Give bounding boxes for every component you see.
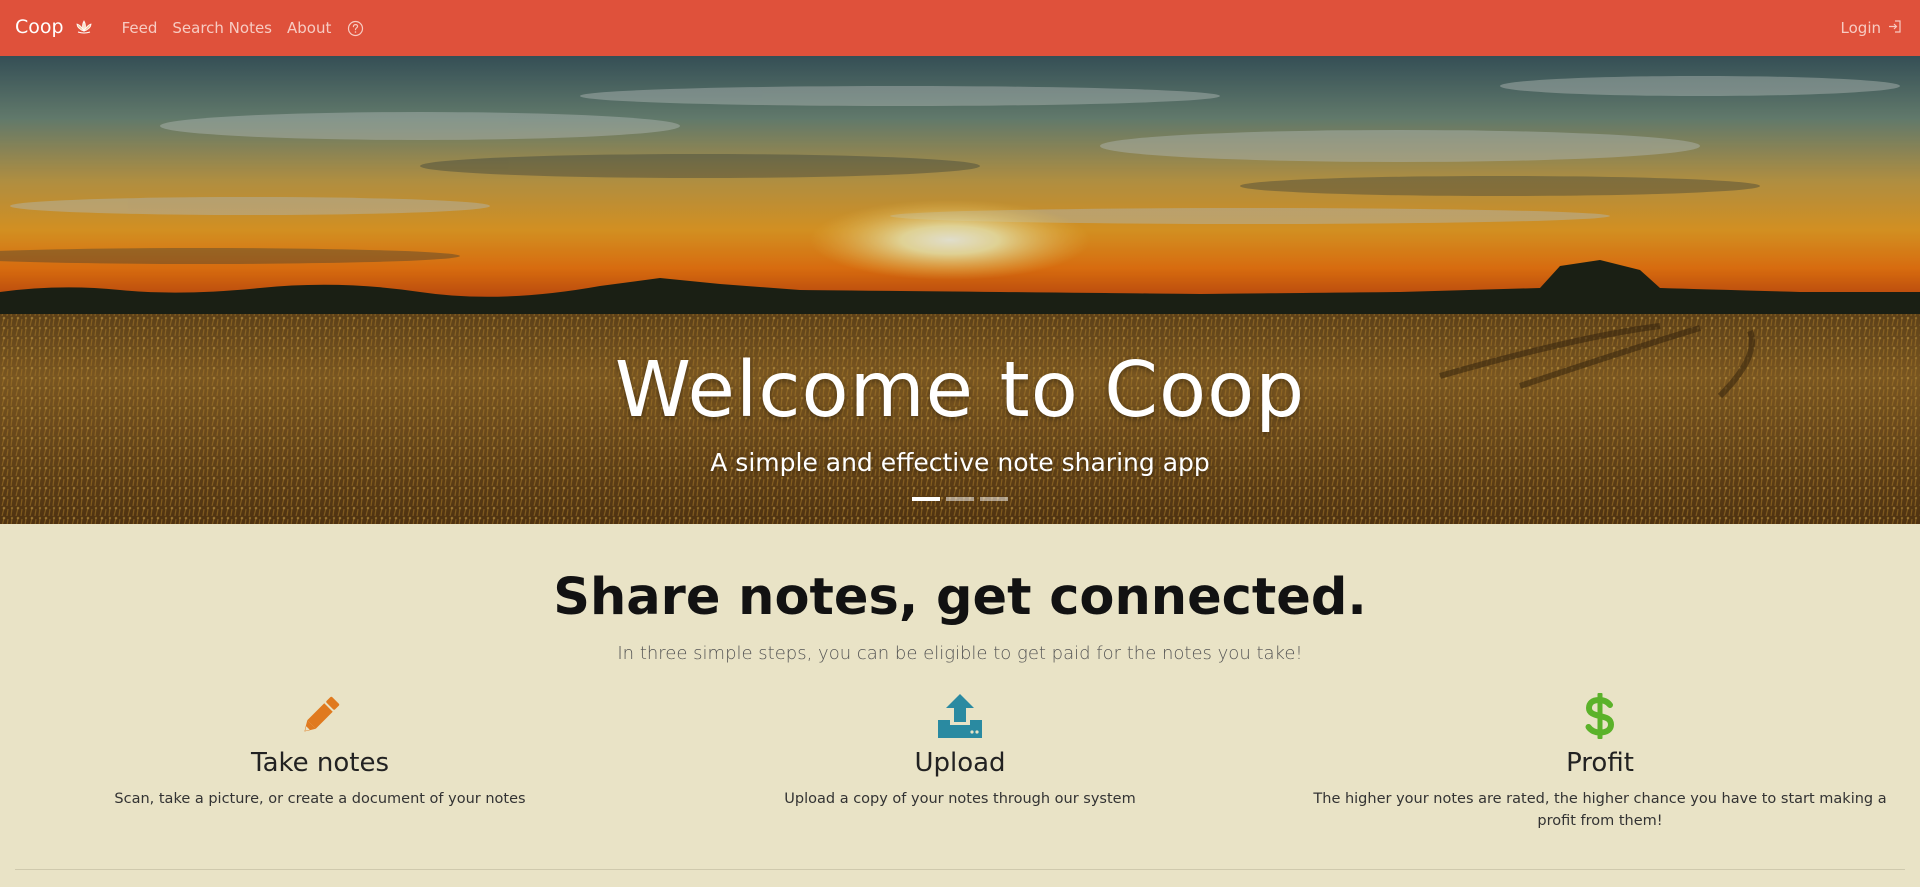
- help-icon[interactable]: [347, 20, 364, 37]
- divider: [15, 869, 1905, 870]
- step-description: The higher your notes are rated, the hig…: [1313, 791, 1887, 829]
- brand-name: Coop: [15, 15, 64, 38]
- sign-in-icon: [1887, 19, 1902, 38]
- login-label: Login: [1840, 19, 1881, 37]
- step-description: Scan, take a picture, or create a docume…: [114, 791, 526, 807]
- dollar-icon: [1280, 692, 1920, 740]
- carousel-indicator-3[interactable]: [980, 497, 1008, 501]
- step-upload: Upload Upload a copy of your notes throu…: [640, 692, 1280, 832]
- steps-row: Take notes Scan, take a picture, or crea…: [0, 692, 1920, 832]
- nav-link-search-notes[interactable]: Search Notes: [172, 19, 272, 37]
- step-profit: Profit The higher your notes are rated, …: [1280, 692, 1920, 832]
- lotus-logo-icon: [74, 17, 94, 37]
- hero-subtitle: A simple and effective note sharing app: [710, 448, 1210, 477]
- login-button[interactable]: Login: [1841, 19, 1902, 38]
- section-subtitle: In three simple steps, you can be eligib…: [617, 643, 1303, 664]
- upload-icon: [640, 692, 1280, 740]
- step-take-notes: Take notes Scan, take a picture, or crea…: [0, 692, 640, 832]
- step-title: Take notes: [250, 748, 390, 778]
- step-title: Profit: [1566, 748, 1634, 778]
- nav-link-feed[interactable]: Feed: [122, 19, 158, 37]
- step-description: Upload a copy of your notes through our …: [784, 791, 1136, 807]
- navbar: Coop Feed Search Notes About Login: [0, 0, 1920, 56]
- pencil-icon: [0, 692, 640, 740]
- carousel-indicators: [912, 497, 1008, 501]
- hero-title: Welcome to Coop: [614, 346, 1306, 435]
- section-title: Share notes, get connected.: [553, 568, 1367, 627]
- brand-link[interactable]: Coop: [15, 16, 94, 38]
- nav-link-about[interactable]: About: [287, 19, 331, 37]
- carousel-indicator-1[interactable]: [912, 497, 940, 501]
- hero-carousel: Welcome to Coop A simple and effective n…: [0, 56, 1920, 524]
- step-title: Upload: [914, 748, 1006, 778]
- carousel-indicator-2[interactable]: [946, 497, 974, 501]
